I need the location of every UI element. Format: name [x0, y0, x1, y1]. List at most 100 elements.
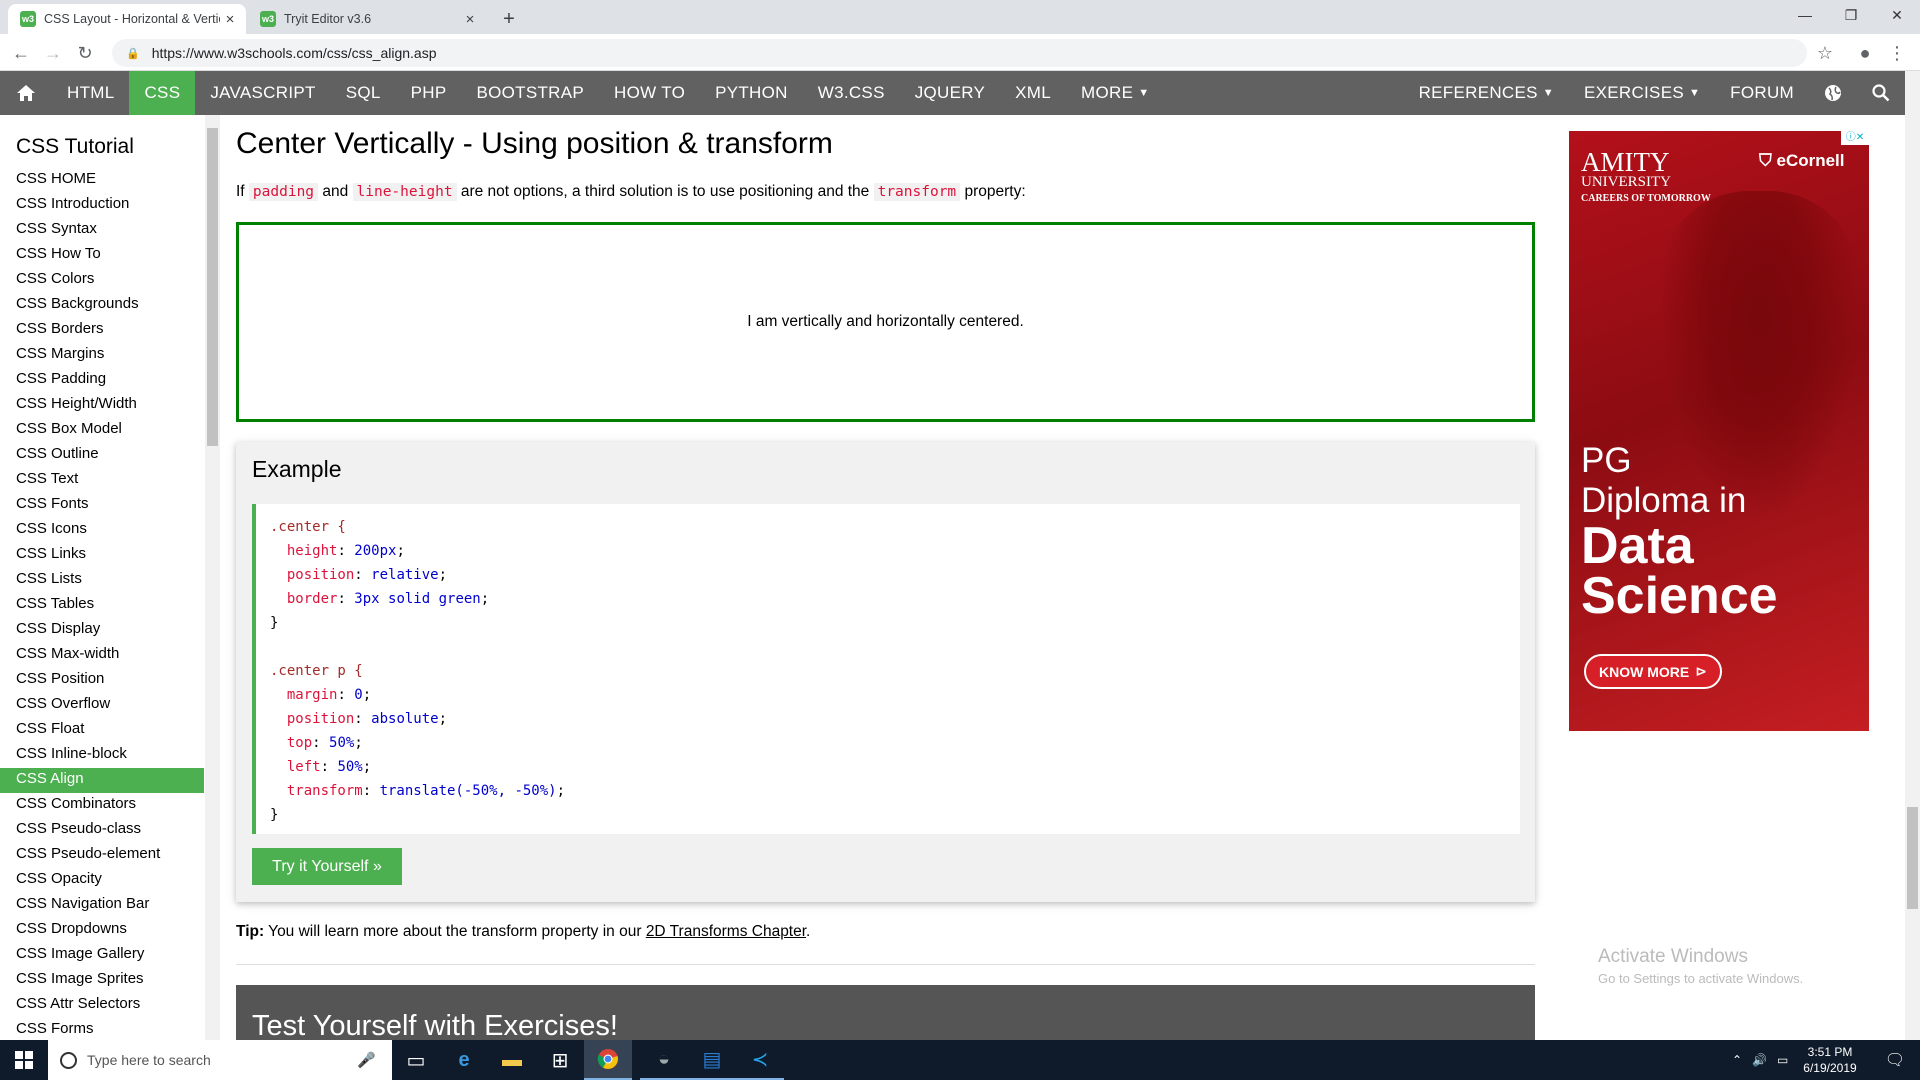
amity-brand: AMITY	[1581, 147, 1670, 177]
sidebar-item-css-inline-block[interactable]: CSS Inline-block	[0, 743, 204, 768]
close-tab-icon[interactable]: ×	[460, 11, 480, 28]
sidebar-item-css-introduction[interactable]: CSS Introduction	[0, 193, 204, 218]
tab-css-layout[interactable]: w3 CSS Layout - Horizontal & Vertic ×	[8, 4, 246, 34]
nav-how-to[interactable]: HOW TO	[599, 71, 700, 115]
code-property: height	[270, 543, 338, 559]
page-scrollbar-thumb[interactable]	[1907, 807, 1918, 909]
store-icon[interactable]: ⊞	[536, 1040, 584, 1080]
reload-icon[interactable]: ↻	[72, 40, 98, 66]
sidebar-item-css-opacity[interactable]: CSS Opacity	[0, 868, 204, 893]
word-document-icon[interactable]: ▤	[688, 1040, 736, 1080]
sidebar-item-css-tables[interactable]: CSS Tables	[0, 593, 204, 618]
caret-down-icon: ▼	[1688, 87, 1701, 99]
chrome-icon[interactable]	[584, 1040, 632, 1080]
vscode-icon[interactable]: ≺	[736, 1040, 784, 1080]
sidebar-item-css-colors[interactable]: CSS Colors	[0, 268, 204, 293]
maximize-button[interactable]: ❐	[1828, 0, 1874, 30]
sidebar-item-css-height-width[interactable]: CSS Height/Width	[0, 393, 204, 418]
advertisement-banner[interactable]: ⓘ✕ AMITY UNIVERSITY CAREERS OF TOMORROW …	[1569, 131, 1869, 731]
bookmark-star-icon[interactable]: ☆	[1812, 40, 1838, 66]
nav-more-dropdown[interactable]: MORE ▼	[1066, 71, 1164, 115]
nav-w3css[interactable]: W3.CSS	[803, 71, 900, 115]
taskbar-clock[interactable]: 3:51 PM 6/19/2019	[1800, 1044, 1860, 1076]
transforms-chapter-link[interactable]: 2D Transforms Chapter	[646, 923, 806, 940]
sidebar-item-css-combinators[interactable]: CSS Combinators	[0, 793, 204, 818]
sidebar-item-css-dropdowns[interactable]: CSS Dropdowns	[0, 918, 204, 943]
sidebar-item-css-margins[interactable]: CSS Margins	[0, 343, 204, 368]
windows-start-icon[interactable]	[0, 1040, 48, 1080]
sidebar-item-css-borders[interactable]: CSS Borders	[0, 318, 204, 343]
sidebar-item-css-display[interactable]: CSS Display	[0, 618, 204, 643]
sidebar-item-css-navigation-bar[interactable]: CSS Navigation Bar	[0, 893, 204, 918]
nav-exercises-dropdown[interactable]: EXERCISES ▼	[1569, 71, 1715, 115]
chevron-up-icon[interactable]: ⌃	[1732, 1053, 1742, 1067]
code-punctuation: :	[337, 543, 355, 559]
sidebar-item-css-align[interactable]: CSS Align	[0, 768, 204, 793]
try-it-yourself-button[interactable]: Try it Yourself »	[252, 848, 402, 885]
edge-browser-icon[interactable]: e	[440, 1040, 488, 1080]
sidebar-item-css-text[interactable]: CSS Text	[0, 468, 204, 493]
tab-tryit-editor[interactable]: w3 Tryit Editor v3.6 ×	[248, 4, 486, 34]
search-icon[interactable]	[1857, 71, 1905, 115]
sidebar-item-css-fonts[interactable]: CSS Fonts	[0, 493, 204, 518]
sidebar-item-css-position[interactable]: CSS Position	[0, 668, 204, 693]
file-explorer-icon[interactable]: ▬	[488, 1040, 536, 1080]
new-tab-button[interactable]: +	[496, 6, 522, 32]
volume-icon[interactable]: 🔊	[1752, 1053, 1767, 1067]
sidebar-item-css-float[interactable]: CSS Float	[0, 718, 204, 743]
sidebar-item-css-pseudo-element[interactable]: CSS Pseudo-element	[0, 843, 204, 868]
sidebar-item-css-overflow[interactable]: CSS Overflow	[0, 693, 204, 718]
tip-paragraph: Tip: You will learn more about the trans…	[236, 923, 810, 941]
ecornell-brand: eCornell	[1776, 151, 1845, 170]
nav-bootstrap[interactable]: BOOTSTRAP	[461, 71, 599, 115]
close-tab-icon[interactable]: ×	[220, 11, 240, 28]
code-punctuation: ;	[438, 567, 448, 583]
task-view-icon[interactable]: ▭	[392, 1040, 440, 1080]
nav-javascript[interactable]: JAVASCRIPT	[195, 71, 330, 115]
menu-kebab-icon[interactable]: ⋮	[1884, 40, 1910, 66]
network-icon[interactable]: ▭	[1777, 1053, 1788, 1067]
microphone-icon[interactable]: 🎤	[357, 1051, 376, 1069]
sidebar-item-css-home[interactable]: CSS HOME	[0, 168, 204, 193]
nav-forum[interactable]: FORUM	[1715, 71, 1809, 115]
notification-icon[interactable]: 🗨	[1870, 1040, 1920, 1080]
code-selector: .center {	[270, 519, 346, 535]
close-window-button[interactable]: ✕	[1874, 0, 1920, 30]
sidebar-item-css-image-sprites[interactable]: CSS Image Sprites	[0, 968, 204, 993]
globe-icon[interactable]	[1809, 71, 1857, 115]
home-icon[interactable]	[0, 71, 52, 115]
nav-python[interactable]: PYTHON	[700, 71, 803, 115]
app-icon[interactable]: ◒	[640, 1040, 688, 1080]
profile-icon[interactable]: ●	[1852, 40, 1878, 66]
ad-choices-icon[interactable]: ⓘ✕	[1841, 131, 1869, 145]
nav-jquery[interactable]: JQUERY	[900, 71, 1000, 115]
sidebar-item-css-syntax[interactable]: CSS Syntax	[0, 218, 204, 243]
sidebar-item-css-lists[interactable]: CSS Lists	[0, 568, 204, 593]
nav-xml[interactable]: XML	[1000, 71, 1066, 115]
nav-php[interactable]: PHP	[396, 71, 462, 115]
forward-arrow-icon[interactable]: →	[40, 40, 66, 66]
taskbar-search-field[interactable]: Type here to search 🎤	[48, 1040, 392, 1080]
nav-sql[interactable]: SQL	[331, 71, 396, 115]
sidebar-item-css-links[interactable]: CSS Links	[0, 543, 204, 568]
sidebar-item-css-image-gallery[interactable]: CSS Image Gallery	[0, 943, 204, 968]
back-arrow-icon[interactable]: ←	[8, 40, 34, 66]
sidebar-item-css-backgrounds[interactable]: CSS Backgrounds	[0, 293, 204, 318]
nav-html[interactable]: HTML	[52, 71, 129, 115]
sidebar-item-css-box-model[interactable]: CSS Box Model	[0, 418, 204, 443]
sidebar-item-css-pseudo-class[interactable]: CSS Pseudo-class	[0, 818, 204, 843]
nav-references-dropdown[interactable]: REFERENCES ▼	[1404, 71, 1569, 115]
sidebar-item-css-max-width[interactable]: CSS Max-width	[0, 643, 204, 668]
url-field[interactable]: 🔒 https://www.w3schools.com/css/css_alig…	[112, 39, 1807, 67]
sidebar-scrollbar-thumb[interactable]	[207, 128, 218, 446]
sidebar-item-css-how-to[interactable]: CSS How To	[0, 243, 204, 268]
code-punctuation: ;	[396, 543, 405, 559]
sidebar-item-css-padding[interactable]: CSS Padding	[0, 368, 204, 393]
sidebar-item-css-icons[interactable]: CSS Icons	[0, 518, 204, 543]
sidebar-item-css-outline[interactable]: CSS Outline	[0, 443, 204, 468]
minimize-button[interactable]: —	[1782, 0, 1828, 30]
nav-css[interactable]: CSS	[129, 71, 196, 115]
sidebar-item-css-attr-selectors[interactable]: CSS Attr Selectors	[0, 993, 204, 1018]
know-more-button[interactable]: KNOW MORE ⊳	[1584, 654, 1722, 689]
